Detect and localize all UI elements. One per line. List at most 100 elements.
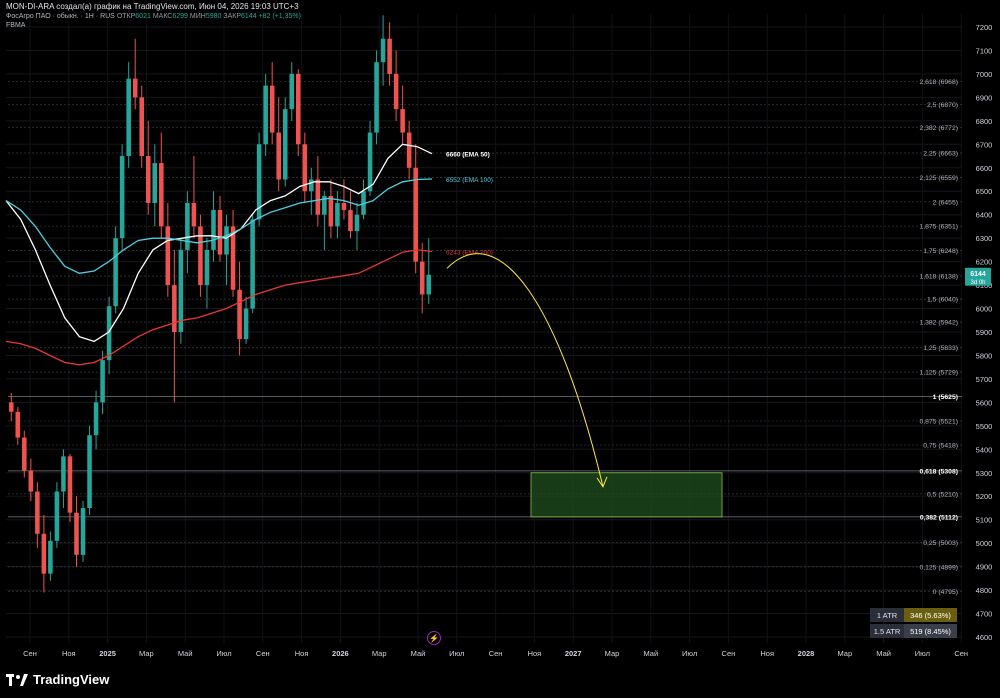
fib-level-label: 1 (5625) (933, 394, 958, 401)
fib-level-label: 2,618 (6968) (919, 79, 958, 86)
price-tick-label: 4600 (976, 633, 993, 642)
candle-body (22, 437, 27, 471)
candle-body (185, 202, 190, 250)
low-value: 5980 (205, 13, 222, 20)
candle-body (145, 156, 151, 203)
fib-level-label: 2,382 (6772) (919, 125, 958, 132)
time-tick-label: 2028 (798, 649, 815, 658)
candle-body (35, 491, 40, 534)
time-tick-label: Июл (915, 649, 930, 658)
open-value: 6021 (135, 13, 151, 20)
candle-body (126, 78, 131, 157)
last-price-tag: 6144 3d 0h (965, 267, 991, 286)
candle-body (335, 202, 340, 227)
tradingview-logo-icon (6, 673, 28, 686)
candle-body (113, 238, 118, 307)
price-tick-label: 6200 (976, 258, 993, 267)
price-tick-label: 6400 (976, 211, 993, 220)
atr-label: 1 ATR (870, 608, 904, 622)
grid-lines (6, 14, 962, 643)
candlesticks (8, 15, 432, 593)
candle-body (289, 73, 295, 110)
price-tag-value: 6144 (970, 271, 986, 278)
brand-footer: TradingView (6, 672, 109, 687)
time-tick-label: Июл (682, 649, 697, 658)
candle-body (74, 512, 79, 555)
time-tick-label: Сен (256, 649, 270, 658)
fib-level-label: 0,75 (5418) (923, 443, 958, 450)
candle-body (269, 85, 275, 133)
candle-body (152, 163, 158, 203)
price-tick-label: 5200 (976, 492, 993, 501)
price-tag-countdown: 3d 0h (970, 280, 985, 286)
candle-body (80, 507, 86, 555)
candle-body (87, 435, 92, 508)
price-tick-label: 5400 (976, 445, 993, 454)
projection-arrow[interactable] (446, 253, 608, 488)
symbol-legend[interactable]: ФосАгро ПАО · обыкн. · 1H · RUS ОТКР6021… (6, 13, 301, 20)
fib-level-label: 0,382 (5112) (920, 514, 958, 521)
candle-body (54, 491, 60, 541)
price-tick-label: 6500 (976, 187, 993, 196)
time-tick-label: Сен (23, 649, 37, 658)
price-chart[interactable]: 0 (4795) 0,125 (4899) 0,25 (5003) 0,382 (51… (0, 0, 1000, 698)
fib-level-label: 0,875 (5521) (919, 418, 958, 425)
candle-body (93, 402, 99, 436)
candle-body (211, 210, 216, 250)
candle-body (100, 360, 105, 403)
time-tick-label: Мар (139, 649, 154, 658)
time-tick-label: 2027 (565, 649, 582, 658)
price-tick-label: 7200 (976, 23, 993, 32)
chart-credit: MON-DI-ARA создал(а) график на TradingVi… (6, 2, 299, 11)
arrow-curve (446, 253, 604, 487)
price-tick-label: 5000 (976, 539, 993, 548)
candle-body (132, 78, 138, 98)
ema-label: 6243 (EMA 200) (446, 250, 493, 257)
target-zone-rect (530, 472, 723, 518)
indicator-label[interactable]: FBMA (6, 22, 25, 29)
atr-label: 1.5 ATR (870, 624, 904, 638)
price-tick-label: 7000 (976, 70, 993, 79)
fib-level-label: 1,875 (6351) (919, 224, 958, 231)
time-tick-label: Мар (837, 649, 852, 658)
change-value: +82 (+1,35%) (258, 13, 301, 20)
candle-body (341, 202, 347, 210)
price-tick-label: 6800 (976, 117, 993, 126)
price-axis[interactable]: 4600 4700 4800 4900 5000 5100 5200 5300 5400 5500… (976, 23, 993, 642)
price-tick-label: 7100 (976, 46, 993, 55)
fib-level-label: 1,618 (6138) (919, 274, 958, 281)
candle-body (28, 470, 34, 492)
candle-body (15, 411, 21, 438)
time-axis[interactable]: Сен Ноя 2025 Мар Май Июл Сен Ноя 2026 Мар Май Июл Се… (23, 649, 968, 658)
fib-level-label: 0,5 (5210) (927, 491, 958, 498)
high-label: МАКС (152, 13, 173, 20)
time-tick-label: Май (411, 649, 426, 658)
time-tick-label: Сен (489, 649, 503, 658)
target-zone[interactable] (530, 472, 723, 518)
candle-body (367, 132, 373, 192)
ema-label: 6552 (EMA 100) (446, 177, 493, 184)
time-tick-label: Июл (216, 649, 231, 658)
candle-body (61, 456, 66, 492)
lightning-icon[interactable]: ⚡ (427, 631, 441, 645)
candle-body (400, 109, 405, 133)
atr-value: 346 (5.63%) (904, 608, 957, 622)
candle-body (8, 402, 14, 412)
fib-level-label: 2,25 (6663) (923, 150, 958, 157)
candle-body (119, 156, 125, 239)
price-tick-label: 5700 (976, 375, 993, 384)
time-tick-label: Май (178, 649, 193, 658)
fib-level-label: 0,618 (5308) (919, 468, 958, 475)
time-tick-label: 2026 (332, 649, 349, 658)
candle-body (393, 73, 399, 110)
candle-body (295, 73, 301, 145)
fib-level-label: 1,5 (6040) (927, 297, 958, 304)
price-tick-label: 5900 (976, 328, 993, 337)
time-tick-label: 2025 (99, 649, 116, 658)
time-tick-label: Ноя (62, 649, 76, 658)
fib-level-label: 1,75 (6248) (923, 248, 958, 255)
fib-level-label: 2,125 (6559) (919, 175, 958, 182)
time-tick-label: Ноя (528, 649, 542, 658)
symbol-title[interactable]: ФосАгро ПАО · обыкн. · 1H · RUS (6, 13, 115, 20)
atr-value: 519 (8.45%) (904, 624, 957, 638)
